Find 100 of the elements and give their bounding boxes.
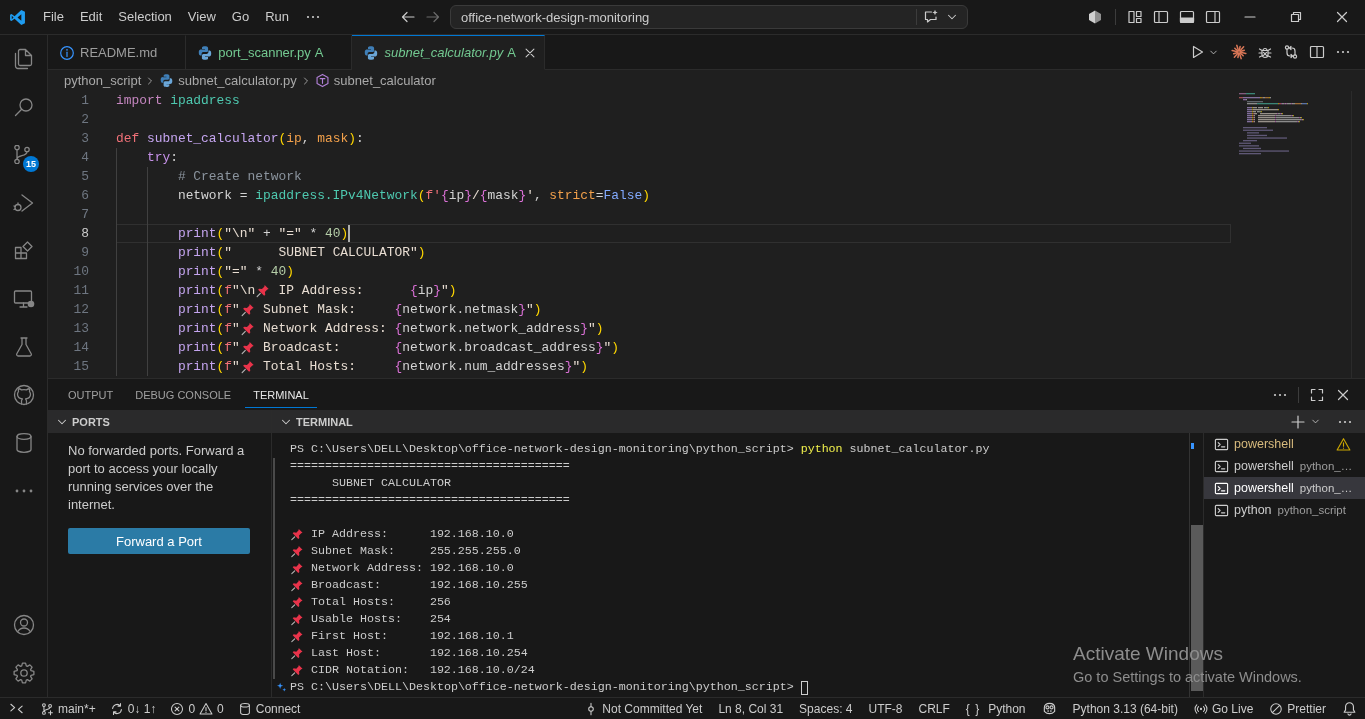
terminal-line: ========================================	[290, 458, 570, 475]
pushpin-icon	[290, 613, 304, 626]
branch-button[interactable]: main*+	[33, 698, 103, 719]
arrow-right-icon[interactable]	[425, 9, 441, 25]
restore-icon[interactable]	[1288, 9, 1304, 25]
terminal-line: PS C:\Users\DELL\Desktop\office-network-design-monitoring\python_script> python subnet_calculator.py	[290, 441, 990, 458]
editor-tab[interactable]: README.md	[48, 35, 187, 70]
python-icon	[159, 73, 175, 88]
editor-tab[interactable]: port_scanner.py A	[186, 35, 353, 70]
panel-tab[interactable]: DEBUG CONSOLE	[127, 379, 240, 408]
code-line: print(" SUBNET CALCULATOR")	[177, 244, 426, 262]
layout-icon[interactable]	[1127, 9, 1143, 25]
bell-icon[interactable]	[1342, 701, 1357, 716]
breadcrumb-item[interactable]: subnet_calculator	[314, 73, 436, 88]
symbol-icon	[314, 73, 330, 88]
arrow-left-icon[interactable]	[400, 9, 416, 25]
sidebar-left-icon[interactable]	[1153, 9, 1169, 25]
compare-icon[interactable]	[1283, 44, 1299, 60]
pushpin-icon	[290, 528, 304, 541]
menu-item[interactable]: Run	[257, 0, 297, 34]
app-logo-icon	[9, 8, 26, 26]
sync-button[interactable]: 0↓ 1↑	[102, 698, 164, 719]
empty-message: No forwarded ports. Forward a port to access your locally running services over the internet.	[68, 442, 246, 514]
python-icon	[197, 44, 214, 61]
status-item[interactable]: Ln 8, Col 31	[710, 698, 792, 719]
pushpin-icon	[239, 359, 256, 374]
problems-button[interactable]: 0 0	[163, 698, 231, 719]
terminal-icon	[1214, 458, 1229, 474]
remote-icon[interactable]	[9, 701, 24, 716]
commit-status[interactable]: Not Committed Yet	[576, 698, 711, 719]
split-editor-icon[interactable]	[1309, 44, 1325, 60]
line-number: 12	[72, 301, 89, 319]
prohibited-icon	[1269, 701, 1284, 716]
starburst-icon[interactable]	[1231, 44, 1247, 60]
line-number: 4	[80, 149, 89, 167]
close-icon[interactable]	[1334, 9, 1350, 25]
prettier-button[interactable]: Prettier	[1261, 698, 1334, 719]
go-live-button[interactable]: Go Live	[1185, 698, 1262, 719]
info-icon	[59, 44, 75, 61]
plus-icon[interactable]	[1290, 413, 1306, 430]
robot-face-icon[interactable]	[1041, 701, 1057, 716]
pushpin-icon	[290, 664, 304, 677]
menu-item[interactable]: View	[179, 0, 224, 34]
breadcrumb-item[interactable]: subnet_calculator.py	[159, 73, 297, 88]
terminal-line: PS C:\Users\DELL\Desktop\office-network-design-monitoring\python_script>	[290, 679, 794, 696]
command-center[interactable]: office-network-design-monitoring	[450, 5, 968, 29]
warning-icon	[199, 701, 214, 716]
menu-item[interactable]: Edit	[71, 0, 111, 34]
code-text: Subnet Mask: {network.netmask}")	[263, 301, 542, 319]
line-number: 14	[72, 339, 89, 357]
github-icon[interactable]	[11, 383, 36, 407]
line-number: 2	[80, 111, 89, 129]
pushpin-icon	[239, 340, 256, 355]
minimap	[1239, 93, 1311, 157]
terminal-session[interactable]: powershell	[1204, 433, 1365, 455]
menu-item[interactable]: Selection	[110, 0, 180, 34]
python-icon	[363, 44, 380, 61]
editor-tab[interactable]: subnet_calculator.py A	[352, 35, 545, 70]
code-line: def subnet_calculator(ip, mask):	[116, 130, 364, 148]
status-item[interactable]: UTF-8	[860, 698, 911, 719]
sidebar-right-icon[interactable]	[1205, 9, 1221, 25]
error-icon	[170, 701, 185, 716]
broadcast-icon	[1193, 701, 1208, 716]
language-button[interactable]: { } Python	[957, 698, 1034, 719]
account-icon[interactable]	[11, 613, 36, 637]
panel-tab[interactable]: TERMINAL	[245, 379, 317, 408]
menu-item[interactable]: File	[35, 0, 72, 34]
terminal-icon	[1214, 480, 1229, 496]
code-text: Network Address: {network.network_address}")	[263, 320, 604, 338]
terminal-session[interactable]: python python_script	[1204, 499, 1365, 521]
status-item[interactable]: Python 3.13 (64-bit)	[1064, 698, 1186, 719]
menu-item[interactable]: Go	[223, 0, 258, 34]
database-icon	[237, 701, 252, 716]
terminal-line: Network Address: 192.168.10.0	[310, 560, 514, 577]
chat-sparkle-icon[interactable]	[923, 9, 939, 25]
status-item[interactable]: Spaces: 4	[791, 698, 861, 719]
hexagon-icon[interactable]	[1087, 9, 1103, 25]
pushpin-icon	[290, 630, 304, 643]
code-line: network = ipaddress.IPv4Network(f'{ip}/{mask}', strict=False)	[177, 187, 650, 205]
terminal-session[interactable]: powershell python_…	[1204, 477, 1365, 499]
terminal-line: Total Hosts: 256	[310, 594, 451, 611]
line-number: 8	[80, 225, 89, 243]
forward-port-button[interactable]: Forward a Port	[68, 528, 250, 554]
line-number: 10	[72, 263, 89, 281]
panel-bottom-icon[interactable]	[1179, 9, 1195, 25]
status-item[interactable]: CRLF	[910, 698, 958, 719]
pushpin-icon	[290, 562, 304, 575]
line-number: 6	[80, 187, 89, 205]
connect-button[interactable]: Connect	[230, 698, 308, 719]
code-line: try:	[146, 149, 178, 167]
terminal-line: Subnet Mask: 255.255.255.0	[310, 543, 521, 560]
panel-tab[interactable]: OUTPUT	[60, 379, 122, 408]
maximize-icon[interactable]	[1309, 386, 1325, 403]
terminal-session[interactable]: powershell python_…	[1204, 455, 1365, 477]
settings-icon[interactable]	[11, 661, 36, 685]
code-text: IP Address: {ip}")	[278, 282, 457, 300]
line-number: 1	[80, 92, 89, 110]
breadcrumb-item[interactable]: python_script	[64, 73, 142, 88]
branch-icon	[40, 701, 54, 716]
monitor-icon[interactable]	[11, 287, 36, 311]
